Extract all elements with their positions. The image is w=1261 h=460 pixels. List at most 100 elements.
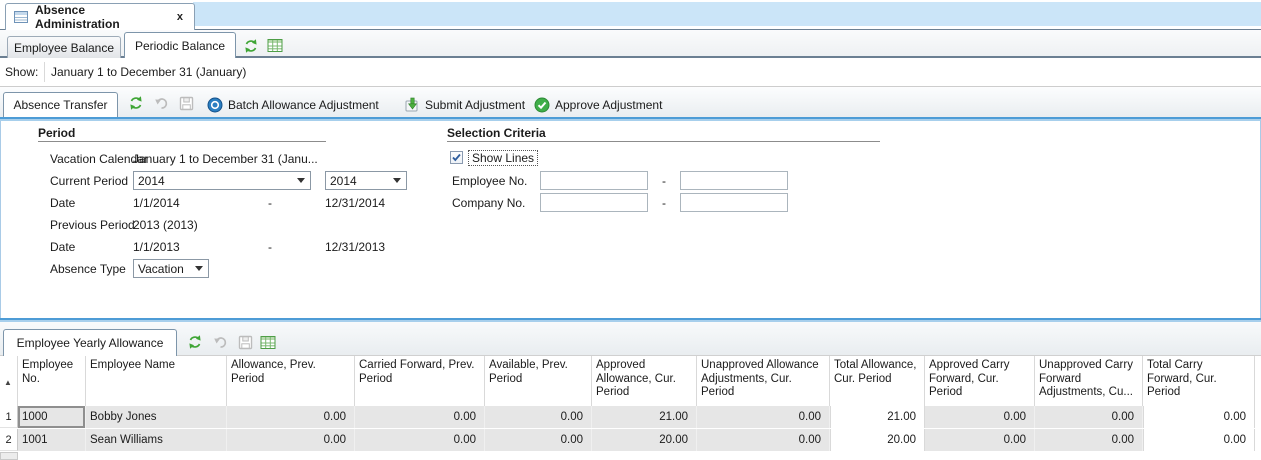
- grid-cell[interactable]: 0.00: [1143, 406, 1255, 428]
- employee-no-from-field[interactable]: [540, 171, 648, 190]
- tab-employee-balance-label: Employee Balance: [14, 41, 114, 55]
- company-no-label: Company No.: [452, 196, 525, 210]
- grid-cell[interactable]: Bobby Jones: [86, 406, 227, 428]
- submit-adjustment-label: Submit Adjustment: [425, 98, 525, 112]
- date1-to-value: 12/31/2014: [325, 196, 385, 210]
- approve-adjustment-icon: [534, 97, 550, 113]
- grid-sort-gutter-header[interactable]: ▲: [0, 356, 18, 406]
- refresh-icon[interactable]: [128, 95, 144, 111]
- tab-periodic-balance[interactable]: Periodic Balance: [124, 32, 236, 58]
- grid-cell[interactable]: 21.00: [830, 406, 925, 428]
- batch-adjustment-icon: [207, 97, 223, 113]
- row-number[interactable]: 1: [0, 406, 18, 428]
- show-filter-value[interactable]: January 1 to December 31 (January): [51, 65, 246, 79]
- form-icon: [14, 11, 28, 23]
- window-tab-title: Absence Administration: [35, 3, 167, 31]
- show-lines-checkbox[interactable]: [450, 151, 463, 164]
- table-view-icon[interactable]: [260, 335, 276, 350]
- company-no-from-field[interactable]: [540, 193, 648, 212]
- grid-cell[interactable]: Sean Williams: [86, 429, 227, 451]
- date2-from-value: 1/1/2013: [133, 240, 180, 254]
- batch-allowance-adjustment-button[interactable]: Batch Allowance Adjustment: [207, 93, 379, 116]
- absence-type-select[interactable]: Vacation: [133, 259, 209, 278]
- grid-column-header[interactable]: Available, Prev. Period: [485, 356, 592, 406]
- grid-column-header[interactable]: Employee Name: [86, 356, 227, 406]
- submit-adjustment-button[interactable]: Submit Adjustment: [404, 93, 525, 116]
- grid-column-header[interactable]: Carried Forward, Prev. Period: [355, 356, 485, 406]
- approve-adjustment-button[interactable]: Approve Adjustment: [534, 93, 662, 116]
- absence-type-label: Absence Type: [50, 262, 126, 276]
- grid-cell[interactable]: 21.00: [592, 406, 697, 428]
- refresh-icon[interactable]: [187, 334, 203, 350]
- grid-cell[interactable]: 1000: [18, 406, 86, 428]
- show-separator: [44, 62, 45, 82]
- current-period-value: 2014: [138, 174, 165, 188]
- grid-new-row-gutter[interactable]: [0, 452, 18, 460]
- save-icon[interactable]: [179, 96, 194, 111]
- grid-column-header[interactable]: Total Allowance, Cur. Period: [830, 356, 925, 406]
- grid-cell[interactable]: 0.00: [227, 429, 355, 451]
- table-view-icon[interactable]: [267, 38, 283, 53]
- row-number[interactable]: 2: [0, 429, 18, 451]
- current-period-select[interactable]: 2014: [133, 171, 311, 190]
- close-icon[interactable]: x: [174, 11, 186, 23]
- absence-administration-window: Absence Administration x Employee Balanc…: [0, 0, 1261, 460]
- grid-cell[interactable]: 0.00: [1035, 406, 1143, 428]
- show-filter-bar: Show: January 1 to December 31 (January): [0, 58, 1261, 87]
- tab-employee-balance[interactable]: Employee Balance: [7, 36, 121, 58]
- grid-cell[interactable]: 0.00: [697, 406, 830, 428]
- grid-cell[interactable]: 0.00: [1143, 429, 1255, 451]
- grid-cell[interactable]: 0.00: [1035, 429, 1143, 451]
- show-lines-label[interactable]: Show Lines: [468, 150, 538, 166]
- tab-employee-yearly-allowance[interactable]: Employee Yearly Allowance: [3, 329, 177, 356]
- current-period-label: Current Period: [50, 174, 128, 188]
- save-icon[interactable]: [238, 335, 253, 350]
- refresh-icon[interactable]: [243, 38, 259, 54]
- period-group-title: Period: [38, 126, 75, 140]
- current-period-year-select[interactable]: 2014: [325, 171, 407, 190]
- company-no-to-field[interactable]: [680, 193, 788, 212]
- chevron-down-icon: [393, 178, 401, 183]
- undo-icon[interactable]: [213, 335, 228, 350]
- grid-cell[interactable]: 0.00: [355, 406, 485, 428]
- grid-cell[interactable]: 0.00: [925, 406, 1035, 428]
- grid-column-header[interactable]: Unapproved Allowance Adjustments, Cur. P…: [697, 356, 830, 406]
- tab-employee-yearly-allowance-label: Employee Yearly Allowance: [17, 336, 164, 350]
- grid-column-header[interactable]: Allowance, Prev. Period: [227, 356, 355, 406]
- employee-allowance-grid: ▲ Employee No.Employee NameAllowance, Pre…: [0, 356, 1261, 460]
- show-label: Show:: [5, 65, 38, 79]
- grid-cell[interactable]: 1001: [18, 429, 86, 451]
- grid-cell[interactable]: 0.00: [485, 429, 592, 451]
- grid-cell[interactable]: 20.00: [830, 429, 925, 451]
- employee-no-dash: -: [662, 174, 666, 188]
- batch-adjustment-label: Batch Allowance Adjustment: [228, 98, 379, 112]
- employee-no-to-field[interactable]: [680, 171, 788, 190]
- sort-ascending-icon: ▲: [4, 376, 12, 390]
- selection-criteria-group-title: Selection Criteria: [447, 126, 546, 140]
- tab-absence-administration[interactable]: Absence Administration x: [5, 3, 195, 30]
- period-group-rule: [38, 141, 326, 142]
- grid-column-header[interactable]: Approved Carry Forward, Cur. Period: [925, 356, 1035, 406]
- undo-icon[interactable]: [154, 96, 169, 111]
- grid-column-header[interactable]: Unapproved Carry Forward Adjustments, Cu…: [1035, 356, 1143, 406]
- date2-dash: -: [268, 240, 272, 254]
- vacation-calendar-value[interactable]: January 1 to December 31 (Janu...: [133, 152, 318, 166]
- grid-row: 21001Sean Williams0.000.000.0020.000.002…: [0, 429, 1261, 451]
- absence-type-value: Vacation: [138, 262, 184, 276]
- tab-absence-transfer[interactable]: Absence Transfer: [3, 92, 118, 117]
- grid-cell[interactable]: 20.00: [592, 429, 697, 451]
- grid-cell[interactable]: 0.00: [227, 406, 355, 428]
- grid-column-header[interactable]: Approved Allowance, Cur. Period: [592, 356, 697, 406]
- grid-cell[interactable]: 0.00: [697, 429, 830, 451]
- grid-cell[interactable]: 0.00: [485, 406, 592, 428]
- grid-cell[interactable]: 0.00: [355, 429, 485, 451]
- date2-label: Date: [50, 240, 75, 254]
- grid-column-header[interactable]: Employee No.: [18, 356, 86, 406]
- tab-periodic-balance-label: Periodic Balance: [135, 39, 225, 53]
- tab-absence-transfer-label: Absence Transfer: [13, 98, 107, 112]
- date1-from-value: 1/1/2014: [133, 196, 180, 210]
- grid-column-header[interactable]: Total Carry Forward, Cur. Period: [1143, 356, 1255, 406]
- grid-header-row: ▲ Employee No.Employee NameAllowance, Pre…: [0, 356, 1261, 406]
- employee-no-label: Employee No.: [452, 174, 527, 188]
- grid-cell[interactable]: 0.00: [925, 429, 1035, 451]
